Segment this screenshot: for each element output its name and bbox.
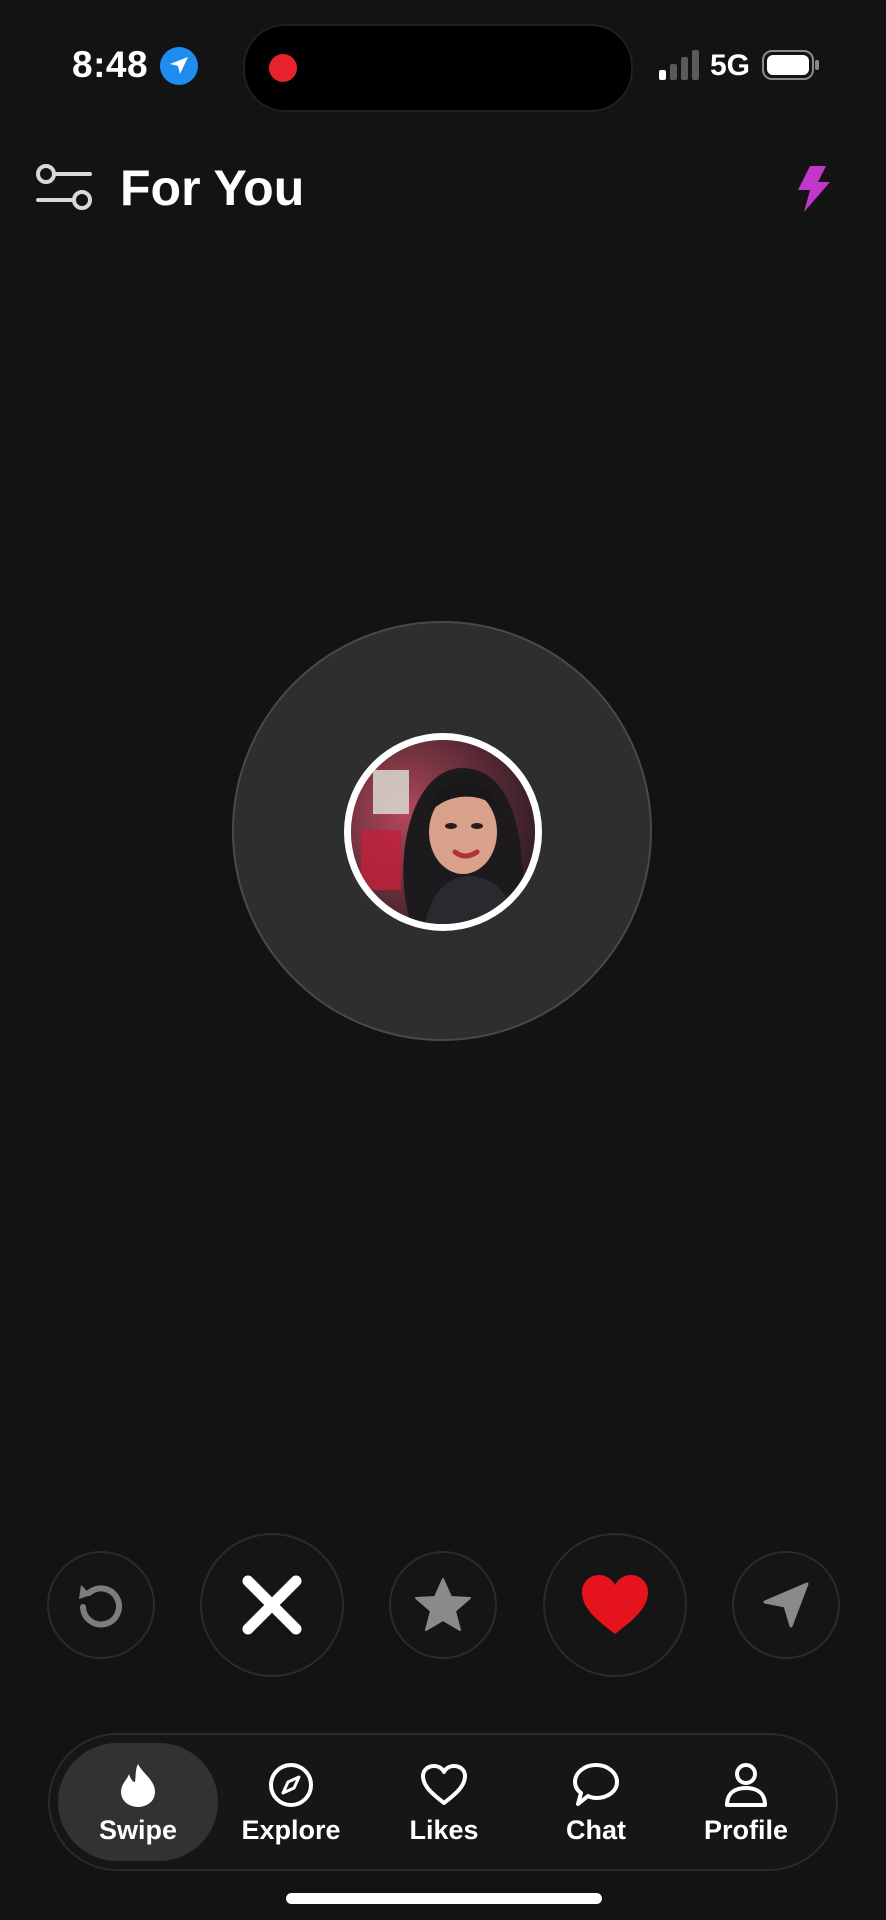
avatar[interactable] <box>344 733 542 931</box>
home-indicator[interactable] <box>286 1893 602 1904</box>
person-icon <box>725 1763 767 1807</box>
filter-sliders-icon[interactable] <box>36 162 92 214</box>
nav-item-profile[interactable]: Profile <box>666 1743 826 1861</box>
avatar-photo <box>351 740 535 924</box>
status-bar: 8:48 5G <box>0 0 886 130</box>
battery-icon <box>762 50 819 80</box>
paper-plane-icon <box>763 1582 809 1628</box>
location-arrow-icon <box>160 47 198 85</box>
star-icon <box>415 1578 471 1631</box>
nope-button[interactable] <box>200 1533 344 1677</box>
nav-item-explore[interactable]: Explore <box>211 1743 371 1861</box>
recording-indicator-icon <box>269 54 297 82</box>
lightning-bolt-icon[interactable] <box>796 166 830 212</box>
nav-label-swipe: Swipe <box>98 1815 178 1845</box>
nav-item-chat[interactable]: Chat <box>516 1743 676 1861</box>
heart-icon <box>582 1575 648 1634</box>
undo-arrow-icon <box>79 1585 122 1628</box>
close-x-icon <box>242 1575 302 1635</box>
signal-bars-icon <box>659 50 699 80</box>
chat-bubble-icon <box>573 1763 619 1806</box>
nav-label-chat: Chat <box>566 1815 626 1845</box>
compass-icon <box>269 1763 313 1807</box>
nav-item-swipe[interactable]: Swipe <box>58 1743 218 1861</box>
nav-label-explore: Explore <box>241 1815 341 1845</box>
nav-label-profile: Profile <box>703 1815 789 1845</box>
flame-icon <box>121 1764 155 1807</box>
page-title: For You <box>120 160 305 216</box>
rewind-button[interactable] <box>47 1551 155 1659</box>
send-button[interactable] <box>732 1551 840 1659</box>
super-like-button[interactable] <box>389 1551 497 1659</box>
bottom-nav: Swipe Explore Likes Chat Profile <box>48 1733 838 1871</box>
nav-label-likes: Likes <box>409 1815 479 1845</box>
heart-outline-icon <box>421 1764 467 1805</box>
status-time: 8:48 <box>72 44 149 85</box>
like-button[interactable] <box>543 1533 687 1677</box>
dynamic-island <box>243 24 633 112</box>
network-type-label: 5G <box>710 49 751 82</box>
nav-item-likes[interactable]: Likes <box>364 1743 524 1861</box>
